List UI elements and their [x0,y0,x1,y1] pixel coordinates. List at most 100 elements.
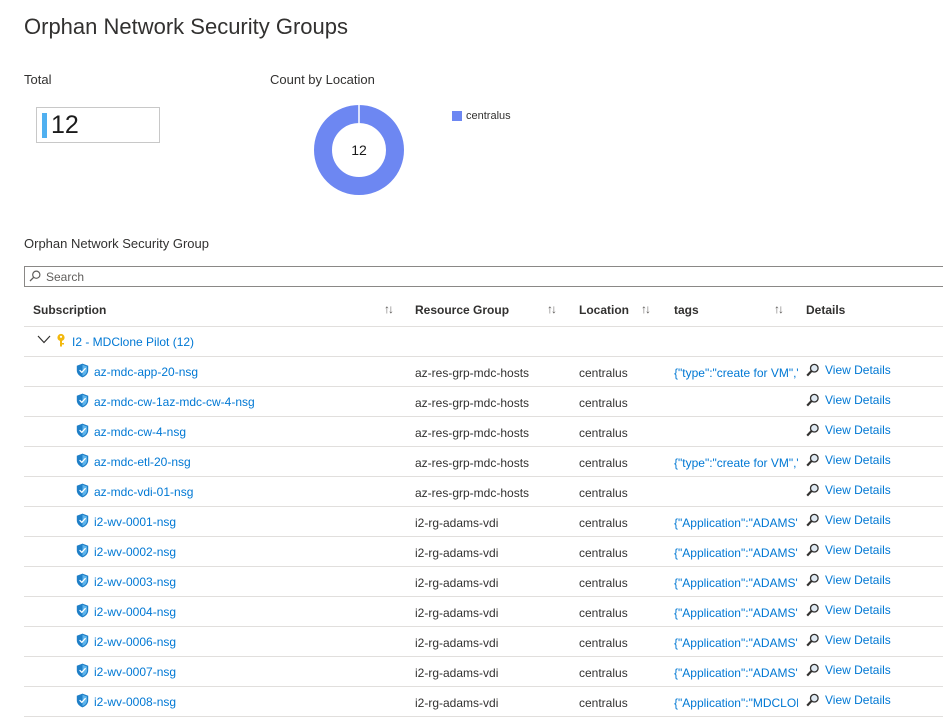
table-row: i2-wv-0007-nsg i2-rg-adams-vdi centralus… [24,657,943,687]
view-details-link[interactable]: View Details [806,693,891,707]
donut-center-value: 12 [351,142,367,158]
column-header-tags[interactable]: tags [674,303,699,317]
resource-group-cell: az-res-grp-mdc-hosts [415,486,530,500]
resource-group-cell: az-res-grp-mdc-hosts [415,426,530,440]
table-row: i2-wv-0003-nsg i2-rg-adams-vdi centralus… [24,567,943,597]
view-details-label: View Details [825,663,891,677]
nsg-name-link[interactable]: i2-wv-0001-nsg [94,515,176,529]
nsg-name-link[interactable]: i2-wv-0007-nsg [94,665,176,679]
chevron-down-icon[interactable] [37,335,51,344]
column-header-resource-group[interactable]: Resource Group [415,303,509,317]
count-by-location-label: Count by Location [270,72,375,87]
shield-icon [76,453,89,468]
column-header-location[interactable]: Location [579,303,629,317]
location-cell: centralus [579,576,628,590]
resource-group-cell: i2-rg-adams-vdi [415,666,499,680]
location-cell: centralus [579,546,628,560]
view-details-label: View Details [825,693,891,707]
view-details-label: View Details [825,393,891,407]
table-title: Orphan Network Security Group [24,236,209,251]
shield-icon [76,633,89,648]
search-icon [29,270,41,282]
sort-tags-icon[interactable]: ↑↓ [774,302,784,316]
tags-link[interactable]: {"type":"create for VM"," [674,456,798,470]
column-header-subscription[interactable]: Subscription [33,303,106,317]
resource-group-cell: i2-rg-adams-vdi [415,636,499,650]
tags-link[interactable]: {"Application":"ADAMS" [674,666,798,680]
view-details-label: View Details [825,483,891,497]
view-details-label: View Details [825,573,891,587]
table-row: i2-wv-0002-nsg i2-rg-adams-vdi centralus… [24,537,943,567]
tags-link[interactable]: {"Application":"ADAMS" [674,576,798,590]
location-cell: centralus [579,696,628,710]
magnifier-icon [806,453,819,467]
location-cell: centralus [579,426,628,440]
column-header-details: Details [806,303,846,317]
magnifier-icon [806,483,819,497]
view-details-link[interactable]: View Details [806,483,891,497]
nsg-name-link[interactable]: az-mdc-cw-4-nsg [94,425,186,439]
magnifier-icon [806,573,819,587]
location-cell: centralus [579,606,628,620]
resource-group-cell: i2-rg-adams-vdi [415,696,499,710]
magnifier-icon [806,393,819,407]
donut-legend[interactable]: centralus [452,110,511,122]
location-cell: centralus [579,366,628,380]
nsg-name-link[interactable]: az-mdc-etl-20-nsg [94,455,191,469]
view-details-label: View Details [825,423,891,437]
search-box[interactable] [24,266,943,287]
resource-group-cell: i2-rg-adams-vdi [415,546,499,560]
nsg-name-link[interactable]: i2-wv-0003-nsg [94,575,176,589]
nsg-name-link[interactable]: az-mdc-cw-1az-mdc-cw-4-nsg [94,395,255,409]
view-details-link[interactable]: View Details [806,513,891,527]
tags-link[interactable]: {"Application":"MDCLON [674,696,798,710]
shield-icon [76,513,89,528]
view-details-link[interactable]: View Details [806,363,891,377]
table-row: i2-wv-0008-nsg i2-rg-adams-vdi centralus… [24,687,943,717]
tags-link[interactable]: {"Application":"ADAMS" [674,636,798,650]
tags-link[interactable]: {"Application":"ADAMS" [674,606,798,620]
view-details-link[interactable]: View Details [806,663,891,677]
location-cell: centralus [579,516,628,530]
group-row[interactable]: I2 - MDClone Pilot (12) [24,327,943,357]
location-cell: centralus [579,666,628,680]
nsg-name-link[interactable]: az-mdc-vdi-01-nsg [94,485,193,499]
view-details-link[interactable]: View Details [806,573,891,587]
magnifier-icon [806,633,819,647]
view-details-label: View Details [825,603,891,617]
view-details-link[interactable]: View Details [806,603,891,617]
nsg-name-link[interactable]: i2-wv-0004-nsg [94,605,176,619]
nsg-name-link[interactable]: i2-wv-0006-nsg [94,635,176,649]
resource-group-cell: i2-rg-adams-vdi [415,576,499,590]
location-cell: centralus [579,486,628,500]
view-details-link[interactable]: View Details [806,393,891,407]
magnifier-icon [806,423,819,437]
shield-icon [76,483,89,498]
view-details-link[interactable]: View Details [806,453,891,467]
table-row: az-mdc-etl-20-nsg az-res-grp-mdc-hosts c… [24,447,943,477]
view-details-link[interactable]: View Details [806,543,891,557]
resource-group-cell: az-res-grp-mdc-hosts [415,456,530,470]
tags-link[interactable]: {"Application":"ADAMS" [674,516,798,530]
view-details-link[interactable]: View Details [806,423,891,437]
tags-link[interactable]: {"type":"create for VM"," [674,366,798,380]
resource-group-cell: i2-rg-adams-vdi [415,516,499,530]
sort-location-icon[interactable]: ↑↓ [641,302,651,316]
nsg-name-link[interactable]: i2-wv-0002-nsg [94,545,176,559]
legend-label: centralus [466,110,511,122]
table-body: az-mdc-app-20-nsg az-res-grp-mdc-hosts c… [24,357,943,717]
magnifier-icon [806,543,819,557]
table-row: az-mdc-cw-1az-mdc-cw-4-nsg az-res-grp-md… [24,387,943,417]
nsg-name-link[interactable]: az-mdc-app-20-nsg [94,365,198,379]
table-row: i2-wv-0004-nsg i2-rg-adams-vdi centralus… [24,597,943,627]
sort-subscription-icon[interactable]: ↑↓ [384,302,394,316]
table-row: az-mdc-vdi-01-nsg az-res-grp-mdc-hosts c… [24,477,943,507]
view-details-link[interactable]: View Details [806,633,891,647]
table-row: az-mdc-app-20-nsg az-res-grp-mdc-hosts c… [24,357,943,387]
search-input[interactable] [46,268,926,285]
shield-icon [76,423,89,438]
sort-resource-group-icon[interactable]: ↑↓ [547,302,557,316]
group-subscription-link[interactable]: I2 - MDClone Pilot (12) [72,335,194,349]
key-icon [57,333,65,347]
tags-link[interactable]: {"Application":"ADAMS" [674,546,798,560]
